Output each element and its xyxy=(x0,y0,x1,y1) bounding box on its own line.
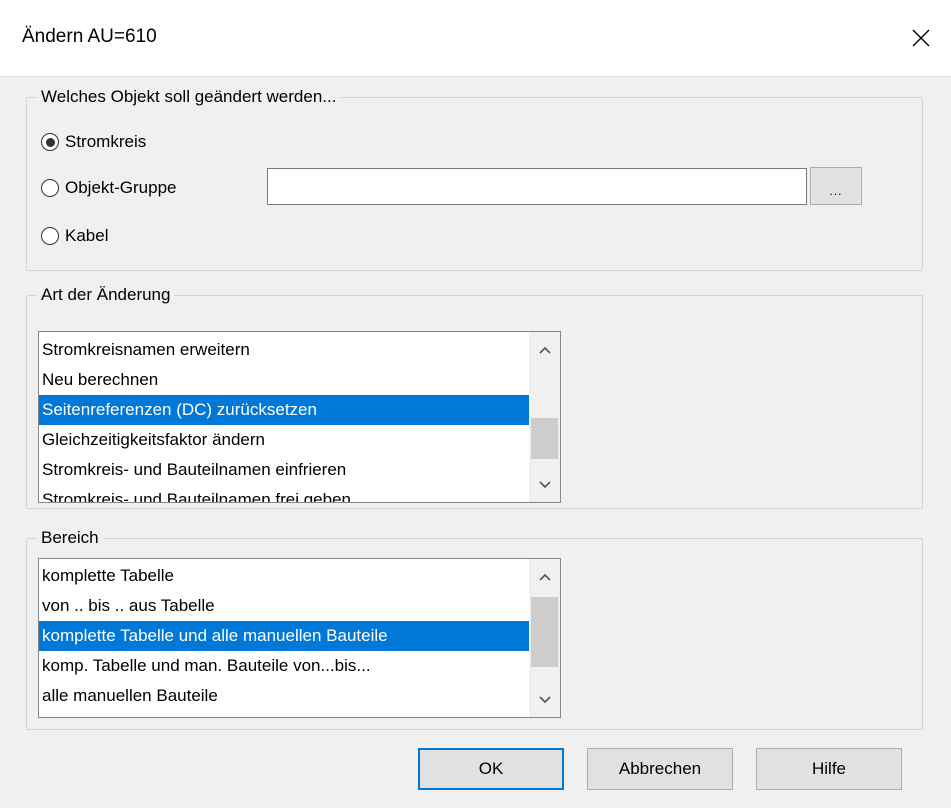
list-item[interactable]: Stromkreis- und Bauteilnamen frei geben xyxy=(39,485,529,502)
list-item[interactable]: alle manuellen Bauteile xyxy=(39,681,529,711)
scroll-down-button[interactable] xyxy=(529,469,560,500)
list-item-selected[interactable]: Seitenreferenzen (DC) zurücksetzen xyxy=(39,395,529,425)
cancel-button[interactable]: Abbrechen xyxy=(587,748,733,790)
scroll-up-button[interactable] xyxy=(529,334,560,365)
radio-objekt-gruppe[interactable]: Objekt-Gruppe xyxy=(41,177,177,199)
help-button-label: Hilfe xyxy=(811,759,846,778)
change-dialog: Ändern AU=610 Welches Objekt soll geände… xyxy=(0,0,951,808)
list-item[interactable]: Stromkreisnamen erweitern xyxy=(39,335,529,365)
scroll-thumb[interactable] xyxy=(531,418,558,459)
scroll-up-button[interactable] xyxy=(529,561,560,592)
close-icon xyxy=(912,29,930,47)
scroll-down-button[interactable] xyxy=(529,684,560,715)
list-item-selected[interactable]: komplette Tabelle und alle manuellen Bau… xyxy=(39,621,529,651)
range-scrollbar[interactable] xyxy=(529,559,560,717)
list-item[interactable]: von .. bis .. aus Tabelle xyxy=(39,591,529,621)
change-type-list[interactable]: Stromkreisnamen erweitern Neu berechnen … xyxy=(38,331,561,503)
help-button[interactable]: Hilfe xyxy=(756,748,902,790)
radio-kabel[interactable]: Kabel xyxy=(41,225,108,247)
object-group-field[interactable] xyxy=(267,168,807,205)
list-item[interactable]: Neu berechnen xyxy=(39,365,529,395)
range-groupbox-legend: Bereich xyxy=(37,528,103,548)
browse-button[interactable]: ... xyxy=(810,167,862,205)
chevron-down-icon xyxy=(538,480,551,488)
ok-button[interactable]: OK xyxy=(418,748,564,790)
change-type-groupbox-legend: Art der Änderung xyxy=(37,285,175,305)
radio-kabel-indicator[interactable] xyxy=(41,227,59,245)
chevron-down-icon xyxy=(538,695,551,703)
title-bar: Ändern AU=610 xyxy=(0,0,951,77)
radio-kabel-label: Kabel xyxy=(65,226,109,245)
cancel-button-label: Abbrechen xyxy=(618,759,702,778)
radio-objekt-gruppe-label: Objekt-Gruppe xyxy=(65,178,177,197)
range-list[interactable]: komplette Tabelle von .. bis .. aus Tabe… xyxy=(38,558,561,718)
object-groupbox-legend: Welches Objekt soll geändert werden... xyxy=(37,87,341,107)
ok-button-label: OK xyxy=(478,759,504,778)
radio-stromkreis-indicator[interactable] xyxy=(41,133,59,151)
scroll-thumb[interactable] xyxy=(531,597,558,667)
list-item[interactable]: komplette Tabelle xyxy=(39,561,529,591)
radio-objekt-gruppe-indicator[interactable] xyxy=(41,179,59,197)
list-item[interactable]: Stromkreis- und Bauteilnamen einfrieren xyxy=(39,455,529,485)
window-title: Ändern AU=610 xyxy=(22,26,157,47)
change-type-scrollbar[interactable] xyxy=(529,332,560,502)
close-button[interactable] xyxy=(891,0,951,76)
chevron-up-icon xyxy=(538,346,551,354)
browse-button-label: ... xyxy=(829,184,843,198)
radio-stromkreis[interactable]: Stromkreis xyxy=(41,131,146,153)
list-item[interactable]: Gleichzeitigkeitsfaktor ändern xyxy=(39,425,529,455)
radio-stromkreis-label: Stromkreis xyxy=(65,132,147,151)
chevron-up-icon xyxy=(538,573,551,581)
list-item[interactable]: komp. Tabelle und man. Bauteile von...bi… xyxy=(39,651,529,681)
